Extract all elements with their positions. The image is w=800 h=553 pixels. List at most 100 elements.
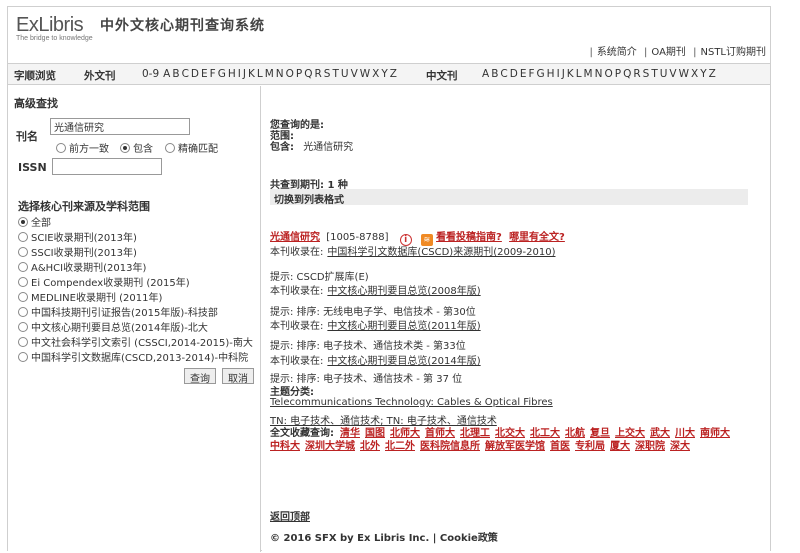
search-button[interactable]: 查询 xyxy=(184,368,216,385)
foreign-letter-link[interactable]: Q xyxy=(304,68,312,80)
scope-option[interactable]: SCIE收录期刊(2013年) xyxy=(18,229,137,244)
chinese-letter-link[interactable]: N xyxy=(595,68,603,80)
library-link[interactable]: 北二外 xyxy=(385,441,415,452)
scope-option[interactable]: 全部 xyxy=(18,214,51,229)
match-exact-option[interactable]: 精确匹配 xyxy=(165,140,218,155)
foreign-letter-link[interactable]: D xyxy=(191,68,199,80)
scope-option[interactable]: MEDLINE收录期刊 (2011年) xyxy=(18,289,162,304)
chinese-letter-link[interactable]: B xyxy=(491,68,498,80)
submission-guide-link[interactable]: 看看投稿指南? xyxy=(436,232,502,243)
library-link[interactable]: 复旦 xyxy=(590,428,610,439)
library-link[interactable]: 国图 xyxy=(365,428,385,439)
library-link[interactable]: 中科大 xyxy=(270,441,300,452)
library-link[interactable]: 首师大 xyxy=(425,428,455,439)
library-link[interactable]: 深大 xyxy=(670,441,690,452)
link-system-intro[interactable]: 系统简介 xyxy=(597,47,637,58)
subject-en-link[interactable]: Telecommunications Technology: Cables & … xyxy=(270,397,553,408)
chinese-letter-link[interactable]: F xyxy=(528,68,534,80)
library-link[interactable]: 北航 xyxy=(565,428,585,439)
foreign-letter-link[interactable]: P xyxy=(296,68,302,80)
foreign-letter-link[interactable]: M xyxy=(265,68,274,80)
foreign-letter-link[interactable]: R xyxy=(315,68,322,80)
library-link[interactable]: 南师大 xyxy=(700,428,730,439)
foreign-letter-link[interactable]: H xyxy=(228,68,236,80)
library-link[interactable]: 北外 xyxy=(360,441,380,452)
scope-option[interactable]: SSCI收录期刊(2013年) xyxy=(18,244,137,259)
index-link[interactable]: 中文核心期刊要目总览(2014年版) xyxy=(327,356,480,367)
foreign-letter-link[interactable]: A xyxy=(163,68,170,80)
match-contains-option[interactable]: 包含 xyxy=(120,140,153,155)
chinese-letter-link[interactable]: X xyxy=(691,68,698,80)
chinese-letter-link[interactable]: D xyxy=(510,68,518,80)
library-link[interactable]: 深圳大学城 xyxy=(305,441,355,452)
journal-title-link[interactable]: 光通信研究 xyxy=(270,232,320,243)
link-oa-journals[interactable]: OA期刊 xyxy=(651,47,686,58)
library-link[interactable]: 专利局 xyxy=(575,441,605,452)
library-link[interactable]: 解放军医学馆 xyxy=(485,441,545,452)
library-link[interactable]: 深职院 xyxy=(635,441,665,452)
library-link[interactable]: 首医 xyxy=(550,441,570,452)
foreign-letter-link[interactable]: W xyxy=(360,68,370,80)
index-link[interactable]: 中文核心期刊要目总览(2011年版) xyxy=(327,321,480,332)
chinese-letter-link[interactable]: J xyxy=(562,68,565,80)
library-link[interactable]: 北工大 xyxy=(530,428,560,439)
index-link[interactable]: 中国科学引文数据库(CSCD)来源期刊(2009-2010) xyxy=(327,247,555,258)
foreign-letter-link[interactable]: G xyxy=(218,68,226,80)
back-to-top-link[interactable]: 返回顶部 xyxy=(270,508,310,523)
chinese-letter-link[interactable]: Y xyxy=(700,68,706,80)
foreign-letter-link[interactable]: C xyxy=(182,68,189,80)
library-link[interactable]: 武大 xyxy=(650,428,670,439)
library-link[interactable]: 医科院信息所 xyxy=(420,441,480,452)
scope-option[interactable]: 中国科技期刊引证报告(2015年版)-科技部 xyxy=(18,304,218,319)
foreign-letter-link[interactable]: E xyxy=(201,68,208,80)
chinese-letter-link[interactable]: Q xyxy=(623,68,631,80)
foreign-letter-link[interactable]: X xyxy=(372,68,379,80)
library-link[interactable]: 清华 xyxy=(340,428,360,439)
foreign-letter-link[interactable]: J xyxy=(243,68,246,80)
library-link[interactable]: 厦大 xyxy=(610,441,630,452)
chinese-letter-link[interactable]: S xyxy=(643,68,650,80)
foreign-letter-link[interactable]: V xyxy=(351,68,358,80)
chinese-letter-link[interactable]: A xyxy=(482,68,489,80)
library-link[interactable]: 北师大 xyxy=(390,428,420,439)
title-input[interactable] xyxy=(50,118,190,135)
scope-option[interactable]: 中文核心期刊要目总览(2014年版)-北大 xyxy=(18,319,208,334)
foreign-letter-link[interactable]: L xyxy=(257,68,263,80)
index-link[interactable]: 中文核心期刊要目总览(2008年版) xyxy=(327,286,480,297)
chinese-letter-link[interactable]: W xyxy=(679,68,689,80)
foreign-letter-link[interactable]: Y xyxy=(381,68,387,80)
scope-option[interactable]: A&HCI收录期刊(2013年) xyxy=(18,259,146,274)
chinese-letter-link[interactable]: E xyxy=(520,68,527,80)
foreign-letter-link[interactable]: K xyxy=(248,68,255,80)
library-link[interactable]: 上交大 xyxy=(615,428,645,439)
foreign-letter-link[interactable]: 0-9 xyxy=(142,68,159,80)
library-link[interactable]: 北理工 xyxy=(460,428,490,439)
chinese-letter-link[interactable]: K xyxy=(567,68,574,80)
foreign-letter-link[interactable]: F xyxy=(210,68,216,80)
chinese-letter-link[interactable]: O xyxy=(604,68,612,80)
chinese-letter-link[interactable]: U xyxy=(660,68,668,80)
link-nstl-journals[interactable]: NSTL订购期刊 xyxy=(700,47,766,58)
foreign-letter-link[interactable]: N xyxy=(276,68,284,80)
chinese-letter-link[interactable]: P xyxy=(615,68,621,80)
foreign-letter-link[interactable]: S xyxy=(324,68,331,80)
scope-option[interactable]: 中国科学引文数据库(CSCD,2013-2014)-中科院 xyxy=(18,349,248,364)
chinese-letter-link[interactable]: G xyxy=(537,68,545,80)
chinese-letter-link[interactable]: T xyxy=(651,68,657,80)
foreign-letter-link[interactable]: B xyxy=(172,68,179,80)
foreign-letter-link[interactable]: U xyxy=(341,68,349,80)
chinese-letter-link[interactable]: H xyxy=(547,68,555,80)
foreign-letter-link[interactable]: I xyxy=(238,68,241,80)
issn-input[interactable] xyxy=(52,158,162,175)
chinese-letter-link[interactable]: I xyxy=(557,68,560,80)
chinese-letter-link[interactable]: C xyxy=(500,68,507,80)
scope-option[interactable]: 中文社会科学引文索引 (CSSCI,2014-2015)-南大 xyxy=(18,334,253,349)
scope-option[interactable]: Ei Compendex收录期刊 (2015年) xyxy=(18,274,190,289)
fulltext-link[interactable]: 哪里有全文? xyxy=(509,232,565,243)
foreign-letter-link[interactable]: T xyxy=(332,68,338,80)
foreign-letter-link[interactable]: Z xyxy=(390,68,397,80)
library-link[interactable]: 川大 xyxy=(675,428,695,439)
chinese-letter-link[interactable]: R xyxy=(633,68,640,80)
chinese-letter-link[interactable]: L xyxy=(576,68,582,80)
match-prefix-option[interactable]: 前方一致 xyxy=(56,140,109,155)
